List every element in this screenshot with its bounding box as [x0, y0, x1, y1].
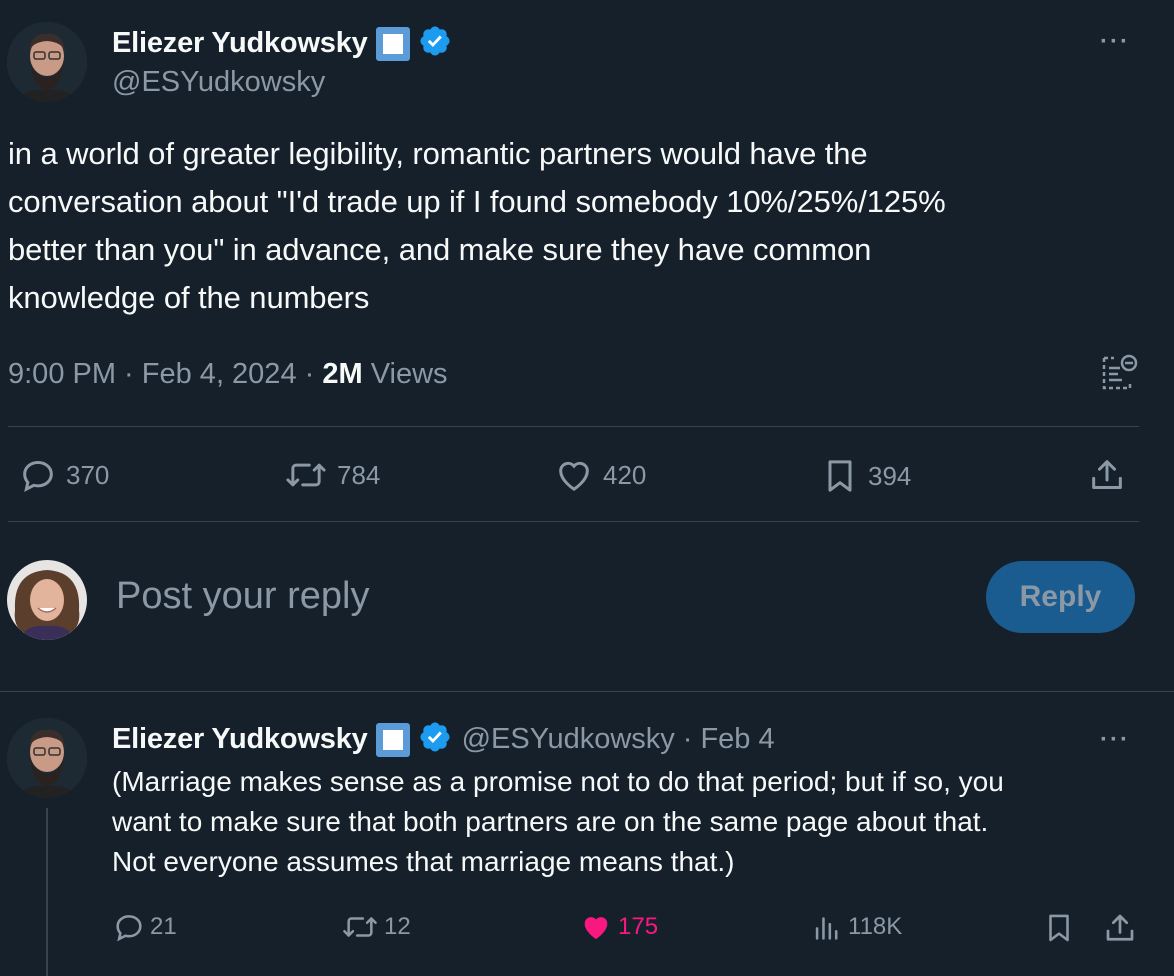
reply-icon — [23, 460, 53, 492]
reply-share-action[interactable] — [1102, 910, 1138, 946]
current-user-avatar[interactable] — [7, 560, 87, 640]
repost-count: 784 — [337, 459, 381, 490]
reply-text: (Marriage makes sense as a promise not t… — [112, 762, 1004, 882]
reply-bookmark-action[interactable] — [1042, 910, 1076, 946]
reply-input[interactable]: Post your reply — [116, 575, 369, 618]
affiliate-badge-icon — [375, 26, 410, 61]
repost-action[interactable]: 784 — [283, 455, 380, 495]
reply-reply-count: 21 — [150, 913, 177, 940]
affiliate-badge-icon — [375, 722, 410, 757]
reply-text-line: Not everyone assumes that marriage means… — [112, 846, 735, 877]
like-action[interactable]: 420 — [553, 455, 646, 495]
repost-icon — [343, 917, 377, 937]
heart-icon — [559, 461, 589, 491]
share-icon — [1092, 460, 1122, 489]
author-handle[interactable]: @ESYudkowsky — [112, 66, 325, 99]
tweet-date[interactable]: Feb 4, 2024 — [142, 358, 297, 390]
tweet-text-line: in a world of greater legibility, romant… — [8, 136, 868, 171]
tweet-text: in a world of greater legibility, romant… — [8, 130, 946, 322]
verified-badge-icon — [418, 720, 452, 759]
share-action[interactable] — [1087, 455, 1127, 495]
reply-button[interactable]: Reply — [986, 561, 1135, 633]
reply-repost-count: 12 — [384, 913, 411, 940]
reply-date[interactable]: Feb 4 — [700, 723, 774, 756]
author-name[interactable]: Eliezer Yudkowsky — [112, 27, 368, 60]
reply-repost-action[interactable]: 12 — [340, 910, 411, 944]
reply-author-handle[interactable]: @ESYudkowsky — [462, 723, 675, 756]
divider — [8, 521, 1139, 522]
reply-views-action[interactable]: 118K — [810, 910, 902, 944]
reply-like-count: 175 — [618, 913, 659, 940]
bookmark-icon — [1049, 914, 1069, 942]
reply-author-avatar[interactable] — [7, 718, 87, 798]
tweet-text-line: knowledge of the numbers — [8, 280, 370, 315]
reply-text-line: (Marriage makes sense as a promise not t… — [112, 766, 1004, 797]
tweet-meta: 9:00 PM · Feb 4, 2024 · 2M Views — [8, 358, 448, 390]
reply-icon — [116, 915, 142, 942]
tweet-text-line: conversation about "I'd trade up if I fo… — [8, 184, 946, 219]
author-avatar[interactable] — [7, 22, 87, 102]
reply-text-line: want to make sure that both partners are… — [112, 806, 989, 837]
views-count: 2M — [322, 358, 363, 390]
verified-badge-icon — [418, 24, 452, 63]
more-options-icon[interactable]: ··· — [1100, 28, 1130, 56]
reply-like-action[interactable]: 175 — [578, 910, 658, 944]
reply-views-count: 118K — [848, 913, 903, 940]
reply-action[interactable]: 370 — [18, 455, 109, 495]
post-analytics-icon[interactable] — [1100, 352, 1140, 397]
heart-filled-icon — [584, 917, 608, 940]
views-chart-icon — [815, 917, 838, 940]
tweet-text-line: better than you" in advance, and make su… — [8, 232, 872, 267]
reply-count: 370 — [66, 459, 110, 490]
reply-more-options-icon[interactable]: ··· — [1100, 726, 1130, 754]
bookmark-count: 394 — [868, 460, 912, 491]
thread-line — [46, 808, 48, 976]
reply-author-name[interactable]: Eliezer Yudkowsky — [112, 723, 368, 756]
views-label: Views — [362, 358, 448, 390]
share-icon — [1106, 914, 1134, 941]
divider — [0, 691, 1174, 692]
tweet-time[interactable]: 9:00 PM — [8, 358, 116, 390]
like-count: 420 — [603, 459, 647, 490]
bookmark-icon — [828, 460, 852, 492]
repost-icon — [286, 463, 326, 487]
divider — [8, 426, 1139, 427]
bookmark-action[interactable]: 394 — [820, 455, 911, 497]
reply-reply-action[interactable]: 21 — [112, 910, 177, 944]
